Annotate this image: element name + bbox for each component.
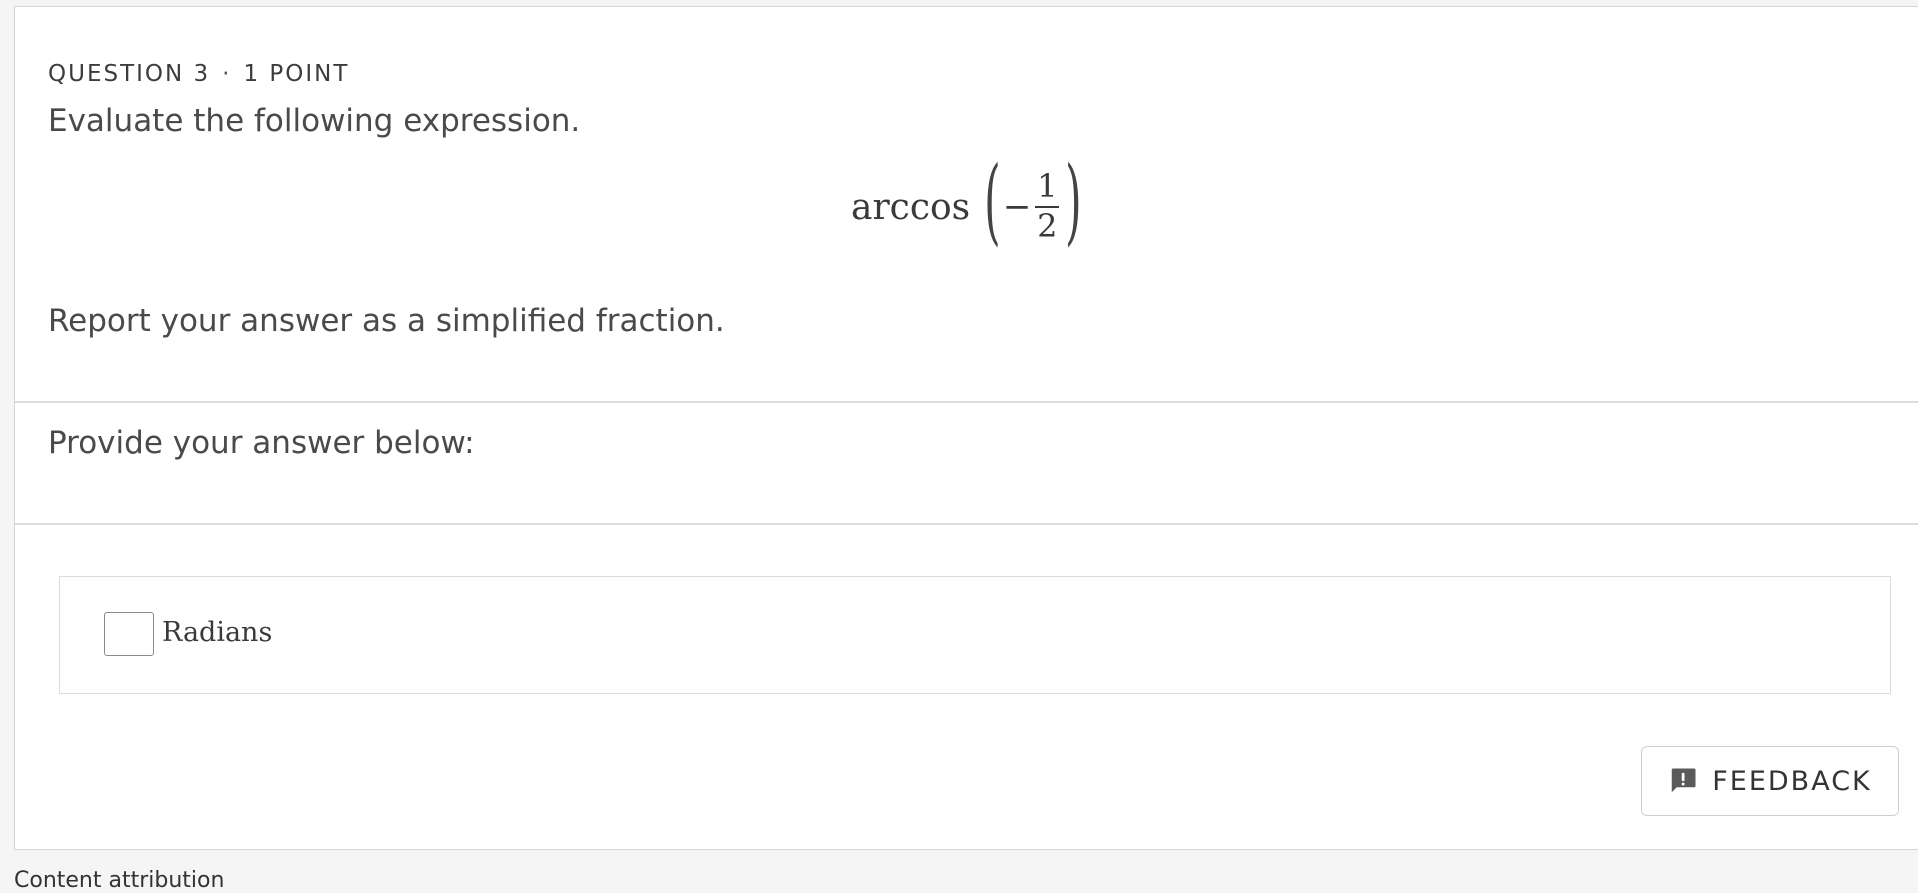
feedback-button[interactable]: FEEDBACK [1641,746,1899,816]
question-header: QUESTION 3 · 1 POINT [48,61,349,87]
feedback-message-icon [1668,766,1698,796]
feedback-button-label: FEEDBACK [1712,765,1872,797]
question-card: QUESTION 3 · 1 POINT Evaluate the followin… [14,6,1918,850]
answer-heading: Provide your answer below: [48,425,475,461]
question-number: QUESTION 3 [48,61,211,87]
section-divider [15,401,1918,403]
answer-unit-label: Radians [162,617,273,648]
question-points: 1 POINT [243,61,350,87]
question-instruction: Report your answer as a simplified fract… [48,303,725,339]
math-minus-sign: − [1002,187,1032,227]
question-prompt: Evaluate the following expression. [48,103,581,139]
math-open-paren: ( [984,147,1001,256]
header-separator: · [222,61,232,87]
answer-area: Radians [59,576,1891,694]
math-function: arccos [851,186,971,228]
math-close-paren: ) [1065,147,1082,256]
section-divider [15,523,1918,525]
math-numerator: 1 [1037,167,1058,206]
answer-input[interactable] [104,612,154,656]
math-expression: arccos ( − 1 2 ) [851,147,1092,257]
math-fraction: 1 2 [1035,167,1060,245]
content-attribution-link[interactable]: Content attribution [14,868,224,893]
math-denominator: 2 [1037,207,1058,245]
